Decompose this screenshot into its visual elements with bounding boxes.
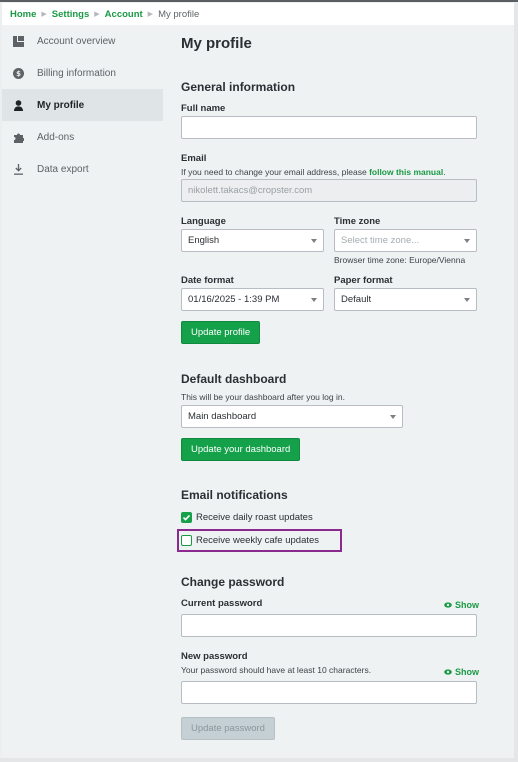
- email-label: Email: [181, 153, 207, 164]
- current-password-label: Current password: [181, 598, 263, 609]
- sidebar-item-data-export[interactable]: Data export: [2, 153, 163, 185]
- new-password-input[interactable]: [181, 681, 477, 704]
- sidebar-item-my-profile[interactable]: My profile: [2, 89, 163, 121]
- general-information-heading: General information: [181, 80, 296, 94]
- change-password-heading: Change password: [181, 575, 285, 589]
- caret-down-icon: [464, 298, 470, 302]
- time-zone-select[interactable]: Select time zone...: [334, 229, 477, 252]
- date-format-select[interactable]: 01/16/2025 - 1:39 PM: [181, 288, 324, 311]
- scroll-edge: [514, 3, 518, 762]
- sidebar-item-label: Billing information: [37, 67, 116, 79]
- show-current-password-toggle[interactable]: Show: [444, 600, 479, 610]
- daily-roast-updates-option[interactable]: Receive daily roast updates: [181, 512, 313, 523]
- current-password-input[interactable]: [181, 614, 477, 637]
- puzzle-icon: [12, 131, 24, 143]
- date-format-label: Date format: [181, 275, 234, 286]
- sidebar-item-add-ons[interactable]: Add-ons: [2, 121, 163, 153]
- email-hint: If you need to change your email address…: [181, 167, 446, 177]
- chevron-right-icon: ▶: [94, 11, 100, 18]
- default-dashboard-heading: Default dashboard: [181, 372, 287, 386]
- new-password-label: New password: [181, 651, 248, 662]
- email-notifications-heading: Email notifications: [181, 488, 288, 502]
- language-label: Language: [181, 216, 226, 227]
- dollar-coin-icon: $: [12, 67, 24, 79]
- paper-format-label: Paper format: [334, 275, 393, 286]
- chevron-right-icon: ▶: [147, 11, 154, 18]
- email-input[interactable]: nikolett.takacs@cropster.com: [181, 179, 477, 202]
- caret-down-icon: [311, 239, 317, 243]
- sidebar-item-account-overview[interactable]: Account overview: [2, 25, 163, 57]
- main-area: Account overview $ Billing information M…: [2, 25, 514, 758]
- dashboard-icon: [12, 35, 24, 47]
- sidebar-item-label: Account overview: [37, 35, 116, 47]
- time-zone-label: Time zone: [334, 216, 381, 227]
- svg-text:$: $: [16, 70, 21, 78]
- full-name-label: Full name: [181, 103, 226, 114]
- eye-icon: [444, 602, 452, 608]
- default-dashboard-select[interactable]: Main dashboard: [181, 405, 403, 428]
- breadcrumb: Home ▶ Settings ▶ Account ▶ My profile: [2, 3, 514, 25]
- bottom-edge: [0, 758, 518, 762]
- check-icon: [182, 514, 191, 521]
- checkbox-checked[interactable]: [181, 512, 192, 523]
- sidebar-item-label: Data export: [37, 163, 89, 175]
- update-dashboard-button[interactable]: Update your dashboard: [181, 438, 301, 461]
- sidebar-item-label: Add-ons: [37, 131, 75, 143]
- top-border: [0, 0, 518, 2]
- time-zone-hint: Browser time zone: Europe/Vienna: [334, 255, 466, 265]
- chevron-right-icon: ▶: [41, 11, 47, 18]
- breadcrumb-home[interactable]: Home: [10, 9, 36, 20]
- sidebar-item-billing-information[interactable]: $ Billing information: [2, 57, 163, 89]
- breadcrumb-settings[interactable]: Settings: [52, 9, 89, 20]
- weekly-cafe-updates-option[interactable]: Receive weekly cafe updates: [181, 535, 319, 546]
- new-password-hint: Your password should have at least 10 ch…: [181, 665, 372, 675]
- language-select[interactable]: English: [181, 229, 324, 252]
- caret-down-icon: [464, 239, 470, 243]
- follow-manual-link[interactable]: follow this manual: [369, 167, 443, 177]
- breadcrumb-current: My profile: [158, 8, 200, 20]
- breadcrumb-account[interactable]: Account: [105, 9, 143, 20]
- download-icon: [12, 163, 24, 175]
- default-dashboard-hint: This will be your dashboard after you lo…: [181, 392, 345, 402]
- caret-down-icon: [390, 415, 396, 419]
- checkbox-unchecked[interactable]: [181, 535, 192, 546]
- eye-icon: [444, 669, 452, 675]
- sidebar: Account overview $ Billing information M…: [2, 25, 163, 185]
- full-name-input[interactable]: [181, 116, 477, 139]
- page-title: My profile: [181, 35, 252, 52]
- update-password-button[interactable]: Update password: [181, 717, 275, 740]
- update-profile-button[interactable]: Update profile: [181, 321, 261, 344]
- caret-down-icon: [311, 298, 317, 302]
- user-icon: [12, 99, 24, 111]
- show-new-password-toggle[interactable]: Show: [444, 667, 479, 677]
- paper-format-select[interactable]: Default: [334, 288, 477, 311]
- sidebar-item-label: My profile: [37, 99, 85, 111]
